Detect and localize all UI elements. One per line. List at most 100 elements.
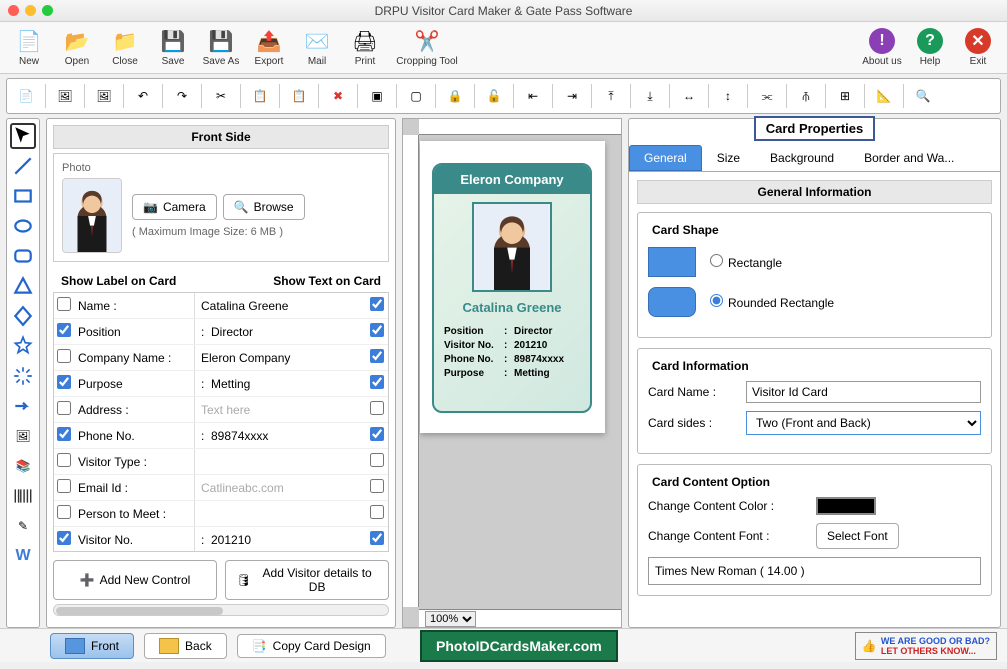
field-label-check[interactable] (57, 401, 71, 415)
align-left-icon[interactable]: ⇤ (518, 82, 548, 110)
field-text-check[interactable] (370, 323, 384, 337)
rect-radio-label[interactable]: Rectangle (710, 254, 782, 270)
barcode-tool[interactable] (10, 483, 36, 509)
arrow-tool[interactable] (10, 393, 36, 419)
field-value-input[interactable] (195, 377, 366, 391)
mail-button[interactable]: ✉️Mail (296, 28, 338, 67)
field-text-check[interactable] (370, 427, 384, 441)
field-label-check[interactable] (57, 323, 71, 337)
add-control-button[interactable]: ➕Add New Control (53, 560, 217, 600)
field-label-check[interactable] (57, 375, 71, 389)
bring-front-icon[interactable]: ▣ (362, 82, 392, 110)
maximize-window-button[interactable] (42, 5, 53, 16)
signature-tool[interactable]: ✎ (10, 513, 36, 539)
preview-icon[interactable]: 🔍 (908, 82, 938, 110)
redo-icon[interactable]: ↷ (167, 82, 197, 110)
field-text-check[interactable] (370, 375, 384, 389)
image-add-icon[interactable]: 🖼 (89, 82, 119, 110)
ellipse-tool[interactable] (10, 213, 36, 239)
rect-tool[interactable] (10, 183, 36, 209)
wordart-tool[interactable]: W (10, 543, 36, 569)
delete-icon[interactable]: ✖ (323, 82, 353, 110)
close-window-button[interactable] (8, 5, 19, 16)
field-label-check[interactable] (57, 349, 71, 363)
back-tab-button[interactable]: Back (144, 633, 227, 659)
id-card-preview[interactable]: Eleron Company Catalina Greene Position:… (432, 163, 592, 413)
field-label-check[interactable] (57, 453, 71, 467)
align-top-icon[interactable]: ⤒ (596, 82, 626, 110)
field-label-check[interactable] (57, 479, 71, 493)
new-button[interactable]: 📄New (8, 28, 50, 67)
save-button[interactable]: 💾Save (152, 28, 194, 67)
add-db-button[interactable]: 🛢Add Visitor details to DB (225, 560, 389, 600)
card-sides-select[interactable]: Two (Front and Back) (746, 411, 981, 435)
about-button[interactable]: !About us (861, 28, 903, 67)
tab-general[interactable]: General (629, 145, 702, 171)
panel-scrollbar[interactable] (53, 604, 389, 616)
align-bottom-icon[interactable]: ⤓ (635, 82, 665, 110)
export-button[interactable]: 📤Export (248, 28, 290, 67)
align-vcenter-icon[interactable]: ↕ (713, 82, 743, 110)
field-value-input[interactable] (195, 403, 366, 417)
new-doc-icon[interactable]: 📄 (11, 82, 41, 110)
burst-tool[interactable] (10, 363, 36, 389)
field-value-input[interactable] (195, 299, 366, 313)
help-button[interactable]: ?Help (909, 28, 951, 67)
field-value-input[interactable] (195, 455, 366, 469)
grid-icon[interactable]: ⊞ (830, 82, 860, 110)
zoom-select[interactable]: 100% (425, 611, 476, 627)
field-text-check[interactable] (370, 297, 384, 311)
canvas-page[interactable]: Eleron Company Catalina Greene Position:… (420, 141, 605, 433)
select-font-button[interactable]: Select Font (816, 523, 899, 549)
image-icon[interactable]: 🖼 (50, 82, 80, 110)
browse-button[interactable]: 🔍Browse (223, 194, 305, 220)
camera-button[interactable]: 📷Camera (132, 194, 217, 220)
print-button[interactable]: 🖨Print (344, 28, 386, 67)
triangle-tool[interactable] (10, 273, 36, 299)
send-back-icon[interactable]: ▢ (401, 82, 431, 110)
pointer-tool[interactable] (10, 123, 36, 149)
field-text-check[interactable] (370, 401, 384, 415)
field-label-check[interactable] (57, 427, 71, 441)
copy-card-button[interactable]: 📑Copy Card Design (237, 634, 386, 658)
card-name-input[interactable] (746, 381, 981, 403)
roundrect-radio-label[interactable]: Rounded Rectangle (710, 294, 834, 310)
field-text-check[interactable] (370, 349, 384, 363)
crop-button[interactable]: ✂️Cropping Tool (392, 28, 462, 67)
photo-thumbnail[interactable] (62, 178, 122, 253)
field-label-check[interactable] (57, 531, 71, 545)
field-value-input[interactable] (195, 429, 366, 443)
field-value-input[interactable] (195, 533, 366, 547)
close-button[interactable]: 📁Close (104, 28, 146, 67)
front-tab-button[interactable]: Front (50, 633, 134, 659)
undo-icon[interactable]: ↶ (128, 82, 158, 110)
feedback-box[interactable]: 👍 WE ARE GOOD OR BAD? LET OTHERS KNOW... (855, 632, 997, 660)
roundrect-radio[interactable] (710, 294, 723, 307)
roundrect-tool[interactable] (10, 243, 36, 269)
paste-icon[interactable]: 📋 (284, 82, 314, 110)
align-hcenter-icon[interactable]: ↔ (674, 82, 704, 110)
ruler-icon[interactable]: 📐 (869, 82, 899, 110)
align-right-icon[interactable]: ⇥ (557, 82, 587, 110)
rect-radio[interactable] (710, 254, 723, 267)
exit-button[interactable]: ✕Exit (957, 28, 999, 67)
library-tool[interactable]: 📚 (10, 453, 36, 479)
image-tool[interactable]: 🖼 (10, 423, 36, 449)
field-text-check[interactable] (370, 531, 384, 545)
field-text-check[interactable] (370, 505, 384, 519)
field-value-input[interactable] (195, 481, 366, 495)
field-value-input[interactable] (195, 351, 366, 365)
minimize-window-button[interactable] (25, 5, 36, 16)
field-value-input[interactable] (195, 325, 366, 339)
dist-h-icon[interactable]: ⫘ (752, 82, 782, 110)
star-tool[interactable] (10, 333, 36, 359)
unlock-icon[interactable]: 🔓 (479, 82, 509, 110)
field-value-input[interactable] (195, 507, 366, 521)
content-color-swatch[interactable] (816, 497, 876, 515)
saveas-button[interactable]: 💾Save As (200, 28, 242, 67)
field-label-check[interactable] (57, 505, 71, 519)
field-text-check[interactable] (370, 479, 384, 493)
lock-icon[interactable]: 🔒 (440, 82, 470, 110)
tab-background[interactable]: Background (755, 145, 849, 171)
open-button[interactable]: 📂Open (56, 28, 98, 67)
